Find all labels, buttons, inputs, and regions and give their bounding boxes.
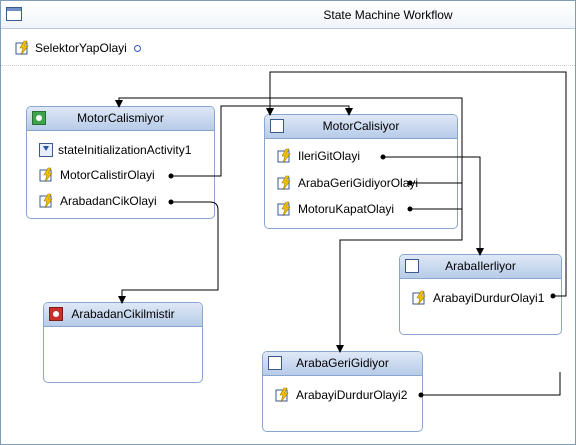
state-motor-calismiyor[interactable]: MotorCalismiyor stateInitializationActiv…	[26, 106, 215, 219]
designer-title: State Machine Workflow	[323, 8, 453, 22]
state-header[interactable]: MotorCalismiyor	[27, 107, 214, 131]
state-title: ArabaIlerliyor	[445, 259, 516, 273]
state-araba-ilerliyor[interactable]: ArabaIlerliyor ArabayiDurdurOlayi1	[399, 254, 562, 335]
state-motor-calisiyor[interactable]: MotorCalisiyor IleriGitOlayi ArabaGeriGi…	[264, 114, 458, 229]
initialization-icon	[39, 143, 53, 157]
state-title: ArabaGeriGidiyor	[296, 356, 389, 370]
event-motor-calistir[interactable]: MotorCalistirOlayi	[39, 166, 155, 184]
state-araba-geri-gidiyor[interactable]: ArabaGeriGidiyor ArabayiDurdurOlayi2	[262, 351, 423, 432]
separator	[1, 65, 575, 67]
selektor-event[interactable]: SelektorYapOlayi	[15, 39, 141, 57]
event-motoru-kapat[interactable]: MotoruKapatOlayi	[277, 200, 394, 218]
connection-point[interactable]	[133, 44, 141, 52]
activity-label: stateInitializationActivity1	[58, 143, 192, 157]
event-driven-icon	[277, 148, 293, 164]
activity-label: ArabayiDurdurOlayi2	[296, 388, 408, 402]
activity-label: ArabayiDurdurOlayi1	[433, 291, 545, 305]
event-driven-icon	[277, 175, 293, 191]
state-header[interactable]: ArabaGeriGidiyor	[263, 352, 422, 376]
state-header[interactable]: ArabaIlerliyor	[400, 255, 561, 279]
activity-label: ArabadanCikOlayi	[60, 194, 157, 208]
state-title: MotorCalismiyor	[77, 111, 164, 125]
event-driven-icon	[277, 201, 293, 217]
activity-label: MotorCalistirOlayi	[60, 168, 155, 182]
event-driven-icon	[39, 167, 55, 183]
activity-label: ArabaGeriGidiyorOlayi	[298, 176, 419, 190]
event-driven-icon	[15, 40, 31, 56]
state-title: ArabadanCikilmistir	[71, 307, 175, 321]
event-driven-icon	[39, 193, 55, 209]
event-ileri-git[interactable]: IleriGitOlayi	[277, 147, 360, 165]
activity-label: IleriGitOlayi	[298, 149, 361, 163]
selektor-event-label: SelektorYapOlayi	[35, 41, 127, 55]
state-header[interactable]: MotorCalisiyor	[265, 115, 457, 139]
state-header[interactable]: ArabadanCikilmistir	[44, 303, 202, 327]
state-arabadan-cikilmistir[interactable]: ArabadanCikilmistir	[43, 302, 203, 383]
event-arabadan-cik[interactable]: ArabadanCikOlayi	[39, 192, 157, 210]
event-driven-icon	[412, 290, 428, 306]
event-araba-geri-gidiyor[interactable]: ArabaGeriGidiyorOlayi	[277, 174, 418, 192]
designer-title-bar: State Machine Workflow	[1, 1, 575, 29]
state-title: MotorCalisiyor	[322, 119, 400, 133]
event-arabayi-durdur-1[interactable]: ArabayiDurdurOlayi1	[412, 289, 544, 307]
event-arabayi-durdur-2[interactable]: ArabayiDurdurOlayi2	[275, 386, 407, 404]
state-initialization-activity[interactable]: stateInitializationActivity1	[39, 141, 191, 159]
activity-label: MotoruKapatOlayi	[298, 202, 395, 216]
event-driven-icon	[275, 387, 291, 403]
